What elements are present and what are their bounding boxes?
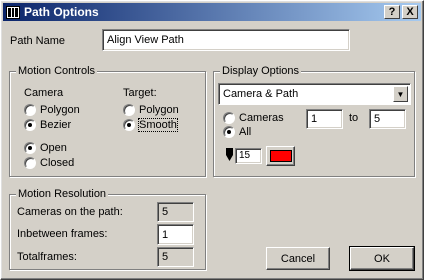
title-bar[interactable]: Path Options ? X (3, 3, 421, 21)
ok-button[interactable]: OK (349, 246, 415, 271)
target-polygon-label: Polygon (139, 104, 179, 116)
camera-label: Camera (24, 87, 64, 99)
motion-resolution-title: Motion Resolution (16, 188, 109, 200)
open-radio[interactable]: Open (24, 142, 67, 154)
camera-bezier-radio[interactable]: Bezier (24, 119, 71, 131)
display-mode-select[interactable]: Camera & Path ▼ (218, 83, 411, 105)
path-name-label: Path Name (10, 35, 66, 47)
motion-controls-title: Motion Controls (16, 65, 98, 77)
totalframes-value: 5 (157, 247, 194, 267)
radio-indicator (223, 126, 235, 138)
path-color-button[interactable] (266, 146, 295, 166)
camera-polygon-label: Polygon (40, 104, 80, 116)
radio-indicator (223, 112, 235, 124)
inbetween-frames-label: Inbetween frames: (17, 228, 108, 240)
open-label: Open (40, 142, 67, 154)
totalframes-label: Totalframes: (17, 251, 77, 263)
cameras-range-label: Cameras (239, 112, 284, 124)
color-swatch (269, 150, 292, 162)
range-to-input[interactable]: 5 (369, 109, 406, 129)
range-to-label: to (349, 112, 359, 124)
chevron-down-icon[interactable]: ▼ (393, 86, 408, 102)
cancel-button[interactable]: Cancel (266, 247, 330, 270)
radio-indicator (123, 119, 135, 131)
camera-polygon-radio[interactable]: Polygon (24, 104, 80, 116)
pen-icon (226, 148, 233, 161)
closed-label: Closed (40, 157, 75, 169)
help-button[interactable]: ? (384, 5, 400, 19)
inbetween-frames-input[interactable]: 1 (157, 224, 194, 245)
radio-indicator (24, 119, 36, 131)
path-name-input[interactable]: Align View Path (102, 29, 350, 51)
line-width-input[interactable]: 15 (235, 148, 262, 164)
target-smooth-label: Smooth (138, 118, 178, 132)
display-options-title: Display Options (220, 65, 302, 77)
close-button[interactable]: X (402, 5, 418, 19)
radio-indicator (123, 104, 135, 116)
target-label: Target: (123, 87, 157, 99)
all-cameras-label: All (239, 126, 252, 138)
target-smooth-radio[interactable]: Smooth (123, 118, 178, 132)
display-mode-value: Camera & Path (223, 88, 299, 100)
camera-bezier-label: Bezier (40, 119, 72, 131)
path-options-dialog: Path Options ? X Path Name Align View Pa… (0, 0, 424, 280)
target-polygon-radio[interactable]: Polygon (123, 104, 179, 116)
radio-indicator (24, 142, 36, 154)
cameras-on-path-label: Cameras on the path: (17, 206, 123, 218)
window-title: Path Options (24, 5, 99, 19)
closed-radio[interactable]: Closed (24, 157, 74, 169)
radio-indicator (24, 104, 36, 116)
all-cameras-radio[interactable]: All (223, 126, 251, 138)
radio-indicator (24, 157, 36, 169)
range-from-input[interactable]: 1 (306, 109, 343, 129)
cameras-on-path-value: 5 (157, 202, 194, 222)
film-strip-icon (6, 5, 20, 19)
cameras-range-radio[interactable]: Cameras (223, 112, 284, 124)
